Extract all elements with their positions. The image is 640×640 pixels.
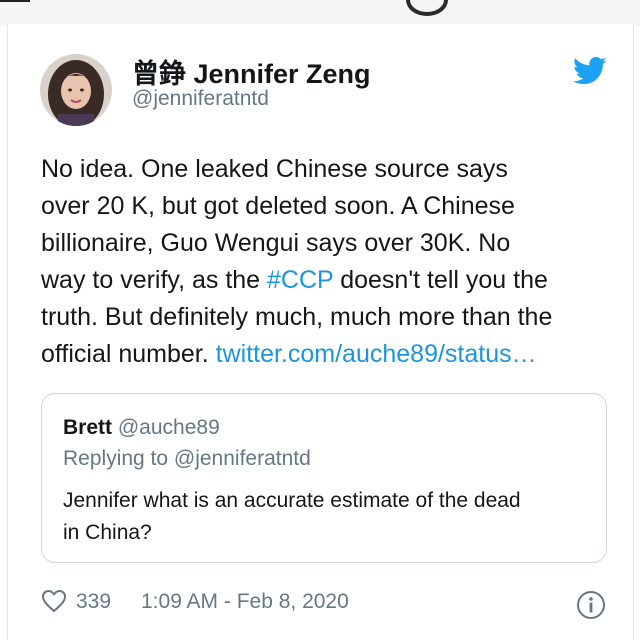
tweet-text-line: official number. twitter.com/auche89/sta… — [41, 336, 621, 373]
cropped-mark — [0, 0, 30, 2]
quoted-text: Jennifer what is an accurate estimate of… — [63, 485, 593, 549]
quoted-author-handle[interactable]: @auche89 — [118, 416, 220, 439]
like-count[interactable]: 339 — [76, 590, 111, 614]
cropped-glyph — [406, 0, 448, 16]
top-cropped-strip — [0, 0, 640, 26]
quoted-text-line: in China? — [63, 521, 152, 544]
tweet-text-line: No idea. One leaked Chinese source says — [41, 155, 508, 183]
tweet-text-line: truth. But definitely much, much more th… — [41, 303, 553, 331]
author-handle[interactable]: @jenniferatntd — [132, 87, 269, 111]
tweet-text-segment: doesn't tell you the — [333, 266, 548, 294]
quoted-header: Brett @auche89 — [63, 416, 220, 440]
twitter-bird-icon[interactable] — [573, 56, 607, 86]
tweet-text-segment: official number. — [41, 340, 216, 368]
tweet-text-line: over 20 K, but got deleted soon. A Chine… — [41, 192, 515, 220]
info-icon[interactable] — [576, 590, 606, 620]
quoted-tweet[interactable]: Brett @auche89 Replying to @jenniferatnt… — [41, 393, 607, 563]
author-name[interactable]: 曾錚 Jennifer Zeng — [132, 52, 371, 91]
hashtag-link[interactable]: #CCP — [267, 266, 333, 294]
heart-icon[interactable] — [41, 589, 67, 613]
tweet-text: No idea. One leaked Chinese source says … — [41, 151, 621, 373]
tweet-text-line: way to verify, as the #CCP doesn't tell … — [41, 262, 621, 299]
avatar[interactable] — [40, 54, 112, 126]
avatar-image — [40, 54, 112, 126]
quoted-replying-to: Replying to @jenniferatntd — [63, 447, 311, 470]
quoted-author-name[interactable]: Brett — [63, 416, 112, 439]
timestamp[interactable]: 1:09 AM - Feb 8, 2020 — [141, 590, 349, 614]
quoted-text-line: Jennifer what is an accurate estimate of… — [63, 489, 521, 512]
tweet-text-segment: way to verify, as the — [41, 266, 268, 294]
status-link[interactable]: twitter.com/auche89/status… — [216, 340, 537, 368]
tweet-text-line: billionaire, Guo Wengui says over 30K. N… — [41, 229, 511, 257]
